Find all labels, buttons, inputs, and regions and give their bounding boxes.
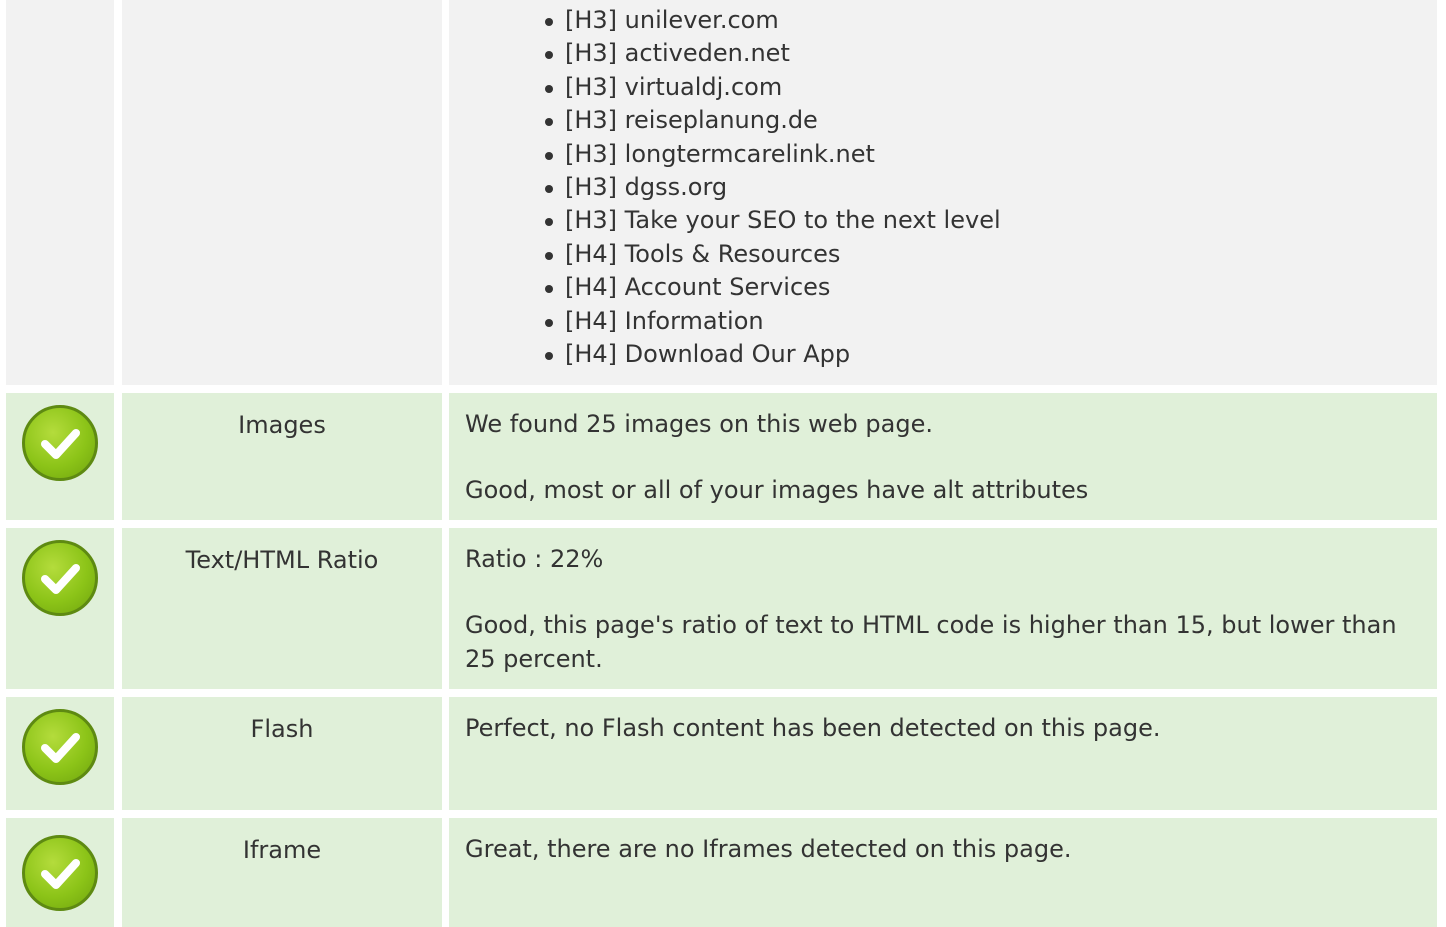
flash-status-cell xyxy=(6,697,114,810)
heading-text: [H3] virtualdj.com xyxy=(565,72,783,101)
headings-label-cell xyxy=(122,0,442,385)
ratio-body-cell: Ratio : 22% Good, this page's ratio of t… xyxy=(449,528,1437,689)
bullet-icon xyxy=(545,118,553,127)
flash-row: Flash Perfect, no Flash content has been… xyxy=(6,697,1437,810)
iframe-body-cell: Great, there are no Iframes detected on … xyxy=(449,818,1437,927)
heading-text: [H3] dgss.org xyxy=(565,172,728,201)
ratio-description-text: Good, this page's ratio of text to HTML … xyxy=(465,611,1397,673)
list-item: [H3] virtualdj.com xyxy=(545,71,1001,104)
bullet-icon xyxy=(545,18,553,26)
heading-text: [H3] unilever.com xyxy=(565,6,779,34)
list-item: [H3] Take your SEO to the next level xyxy=(545,204,1001,237)
iframe-label-cell: Iframe xyxy=(122,818,442,927)
bullet-icon xyxy=(545,251,553,260)
images-count-text: We found 25 images on this web page. xyxy=(465,410,933,438)
headings-status-cell xyxy=(6,0,114,385)
bullet-icon xyxy=(545,84,553,93)
list-item: [H3] dgss.org xyxy=(545,171,1001,204)
bullet-icon xyxy=(545,218,553,227)
heading-text: [H4] Tools & Resources xyxy=(565,239,841,268)
bullet-icon xyxy=(545,51,553,60)
images-status-cell xyxy=(6,393,114,520)
list-item: [H3] longtermcarelink.net xyxy=(545,138,1001,171)
heading-text: [H4] Download Our App xyxy=(565,339,851,368)
check-icon xyxy=(22,405,98,481)
ratio-label-cell: Text/HTML Ratio xyxy=(122,528,442,689)
heading-text: [H4] Information xyxy=(565,306,764,335)
images-alt-text: Good, most or all of your images have al… xyxy=(465,476,1089,504)
headings-body-cell: [H3] unilever.com [H3] activeden.net [H3… xyxy=(449,0,1437,385)
row-label: Flash xyxy=(250,715,314,743)
images-row: Images We found 25 images on this web pa… xyxy=(6,393,1437,520)
list-item: [H4] Information xyxy=(545,305,1001,338)
bullet-icon xyxy=(545,285,553,294)
heading-text: [H3] longtermcarelink.net xyxy=(565,139,875,168)
row-label: Text/HTML Ratio xyxy=(185,546,379,574)
list-item: [H3] reiseplanung.de xyxy=(545,104,1001,137)
headings-list: [H3] unilever.com [H3] activeden.net [H3… xyxy=(545,4,1001,371)
list-item: [H4] Account Services xyxy=(545,271,1001,304)
bullet-icon xyxy=(545,184,553,193)
ratio-status-cell xyxy=(6,528,114,689)
heading-text: [H3] Take your SEO to the next level xyxy=(565,206,1001,235)
list-item: [H4] Tools & Resources xyxy=(545,238,1001,271)
row-label: Images xyxy=(238,411,326,439)
heading-text: [H4] Account Services xyxy=(565,273,831,302)
text-html-ratio-row: Text/HTML Ratio Ratio : 22% Good, this p… xyxy=(6,528,1437,689)
seo-report-table: [H3] unilever.com [H3] activeden.net [H3… xyxy=(0,0,1446,927)
heading-text: [H3] reiseplanung.de xyxy=(565,106,818,135)
flash-label-cell: Flash xyxy=(122,697,442,810)
flash-status-text: Perfect, no Flash content has been detec… xyxy=(465,714,1161,742)
list-item: [H3] activeden.net xyxy=(545,37,1001,70)
check-icon xyxy=(22,835,98,911)
check-icon xyxy=(22,709,98,785)
list-item: [H3] unilever.com xyxy=(545,4,1001,37)
iframe-status-cell xyxy=(6,818,114,927)
ratio-value-text: Ratio : 22% xyxy=(465,545,604,573)
heading-text: [H3] activeden.net xyxy=(565,39,790,68)
list-item: [H4] Download Our App xyxy=(545,338,1001,371)
row-label: Iframe xyxy=(242,836,322,864)
images-label-cell: Images xyxy=(122,393,442,520)
bullet-icon xyxy=(545,351,553,360)
flash-body-cell: Perfect, no Flash content has been detec… xyxy=(449,697,1437,810)
iframe-row: Iframe Great, there are no Iframes detec… xyxy=(6,818,1437,927)
images-body-cell: We found 25 images on this web page. Goo… xyxy=(449,393,1437,520)
bullet-icon xyxy=(545,151,553,160)
iframe-status-text: Great, there are no Iframes detected on … xyxy=(465,835,1072,863)
headings-row: [H3] unilever.com [H3] activeden.net [H3… xyxy=(6,0,1437,385)
bullet-icon xyxy=(545,318,553,327)
check-icon xyxy=(22,540,98,616)
